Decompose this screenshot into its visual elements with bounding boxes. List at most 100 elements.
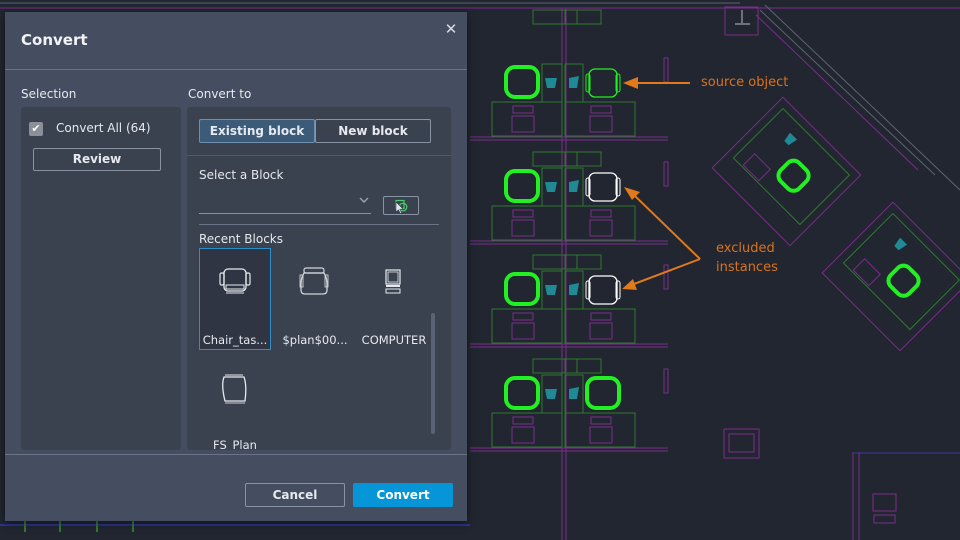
- new-block-tab[interactable]: New block: [315, 119, 431, 143]
- box: [728, 433, 755, 453]
- computer: [873, 514, 896, 524]
- phone: [545, 78, 557, 88]
- highlighted-chair: [776, 158, 811, 193]
- partition-post: [663, 161, 669, 187]
- desk: [564, 9, 602, 25]
- highlighted-chair: [585, 376, 621, 410]
- select-object-button[interactable]: [383, 196, 419, 215]
- selection-heading: Selection: [21, 87, 77, 101]
- recent-block-tile[interactable]: FS_Plan: [199, 353, 271, 450]
- excluded-instances-label-line2: instances: [716, 260, 778, 275]
- phone: [569, 283, 579, 295]
- computer: [590, 105, 612, 114]
- computer: [511, 115, 535, 133]
- convert-to-heading: Convert to: [188, 87, 252, 101]
- close-icon: ✕: [444, 20, 458, 38]
- computer: [511, 219, 535, 237]
- desk: [564, 412, 636, 448]
- recent-block-tile[interactable]: COMPUTER: [358, 248, 430, 350]
- partition-post: [663, 264, 669, 290]
- excluded-chair: [588, 275, 618, 305]
- wall-line: [759, 9, 936, 176]
- highlighted-chair: [504, 272, 540, 306]
- desk: [491, 205, 563, 241]
- armchair-icon: [299, 267, 329, 295]
- excluded-arrowhead: [622, 279, 637, 290]
- highlighted-chair: [886, 263, 921, 298]
- computer: [590, 209, 612, 218]
- convert-all-label: Convert All (64): [56, 121, 151, 135]
- computer: [590, 416, 612, 425]
- footer-divider: [5, 454, 467, 455]
- computer: [589, 115, 613, 133]
- desk: [532, 151, 578, 167]
- excluded-arrow: [633, 194, 701, 260]
- close-button[interactable]: ✕: [443, 21, 459, 37]
- recent-block-label: COMPUTER: [361, 333, 427, 347]
- desk: [532, 358, 578, 374]
- excluded-instances-label-line1: excluded: [716, 241, 775, 256]
- partition-post: [663, 57, 669, 83]
- recent-blocks-overflow: FS_Plan: [199, 353, 431, 450]
- phone: [569, 180, 579, 192]
- computer: [742, 153, 771, 182]
- desk: [532, 254, 578, 270]
- recent-blocks-scrollbar[interactable]: [431, 313, 435, 434]
- desk: [564, 151, 602, 167]
- excluded-chair: [588, 172, 618, 202]
- convert-button[interactable]: Convert: [353, 483, 453, 507]
- desk: [491, 101, 563, 137]
- dialog-title: Convert: [21, 31, 88, 49]
- computer: [589, 426, 613, 444]
- computer: [589, 219, 613, 237]
- phone: [545, 285, 557, 295]
- computer: [511, 322, 535, 340]
- select-block-label: Select a Block: [199, 168, 284, 182]
- source-arrowhead: [623, 77, 638, 89]
- desk: [564, 254, 602, 270]
- desk: [491, 308, 563, 344]
- select-object-icon: [395, 199, 408, 214]
- partition-post: [663, 368, 669, 394]
- recent-block-tile[interactable]: Chair_tas...: [199, 248, 271, 350]
- phone: [545, 182, 557, 192]
- source-object-label: source object: [701, 75, 789, 90]
- phone: [784, 132, 798, 146]
- computer: [512, 416, 534, 425]
- desk: [564, 308, 636, 344]
- phone: [569, 76, 579, 88]
- excluded-arrow: [633, 258, 701, 285]
- cancel-button[interactable]: Cancel: [245, 483, 345, 507]
- existing-block-tab[interactable]: Existing block: [199, 119, 315, 143]
- desk: [564, 358, 602, 374]
- computer: [590, 312, 612, 321]
- computer: [512, 209, 534, 218]
- computer: [512, 312, 534, 321]
- partition: [711, 96, 862, 247]
- desk: [564, 101, 636, 137]
- review-button[interactable]: Review: [33, 148, 161, 171]
- computer: [512, 105, 534, 114]
- recent-block-label: Chair_tas...: [202, 333, 268, 347]
- highlighted-chair: [504, 376, 540, 410]
- computer: [852, 258, 881, 287]
- recent-blocks-label: Recent Blocks: [199, 232, 283, 246]
- chevron-down-icon[interactable]: [359, 196, 369, 207]
- phone: [545, 389, 557, 399]
- phone: [569, 387, 579, 399]
- computer: [872, 493, 897, 512]
- convert-all-checkbox[interactable]: ✔: [29, 122, 43, 136]
- highlighted-chair: [504, 169, 540, 203]
- block-dropdown[interactable]: [199, 194, 371, 213]
- rotated-cubicle: [711, 96, 862, 247]
- desk: [564, 205, 636, 241]
- computer-icon: [385, 269, 401, 294]
- phone: [894, 237, 908, 251]
- rotated-cubicle: [821, 201, 960, 352]
- computer: [589, 322, 613, 340]
- highlighted-chair: [504, 65, 540, 99]
- recent-block-tile[interactable]: $plan$00...: [279, 248, 351, 350]
- segment-divider: [187, 155, 451, 156]
- block-dropdown-underline: [199, 213, 371, 214]
- source-chair: [588, 68, 618, 98]
